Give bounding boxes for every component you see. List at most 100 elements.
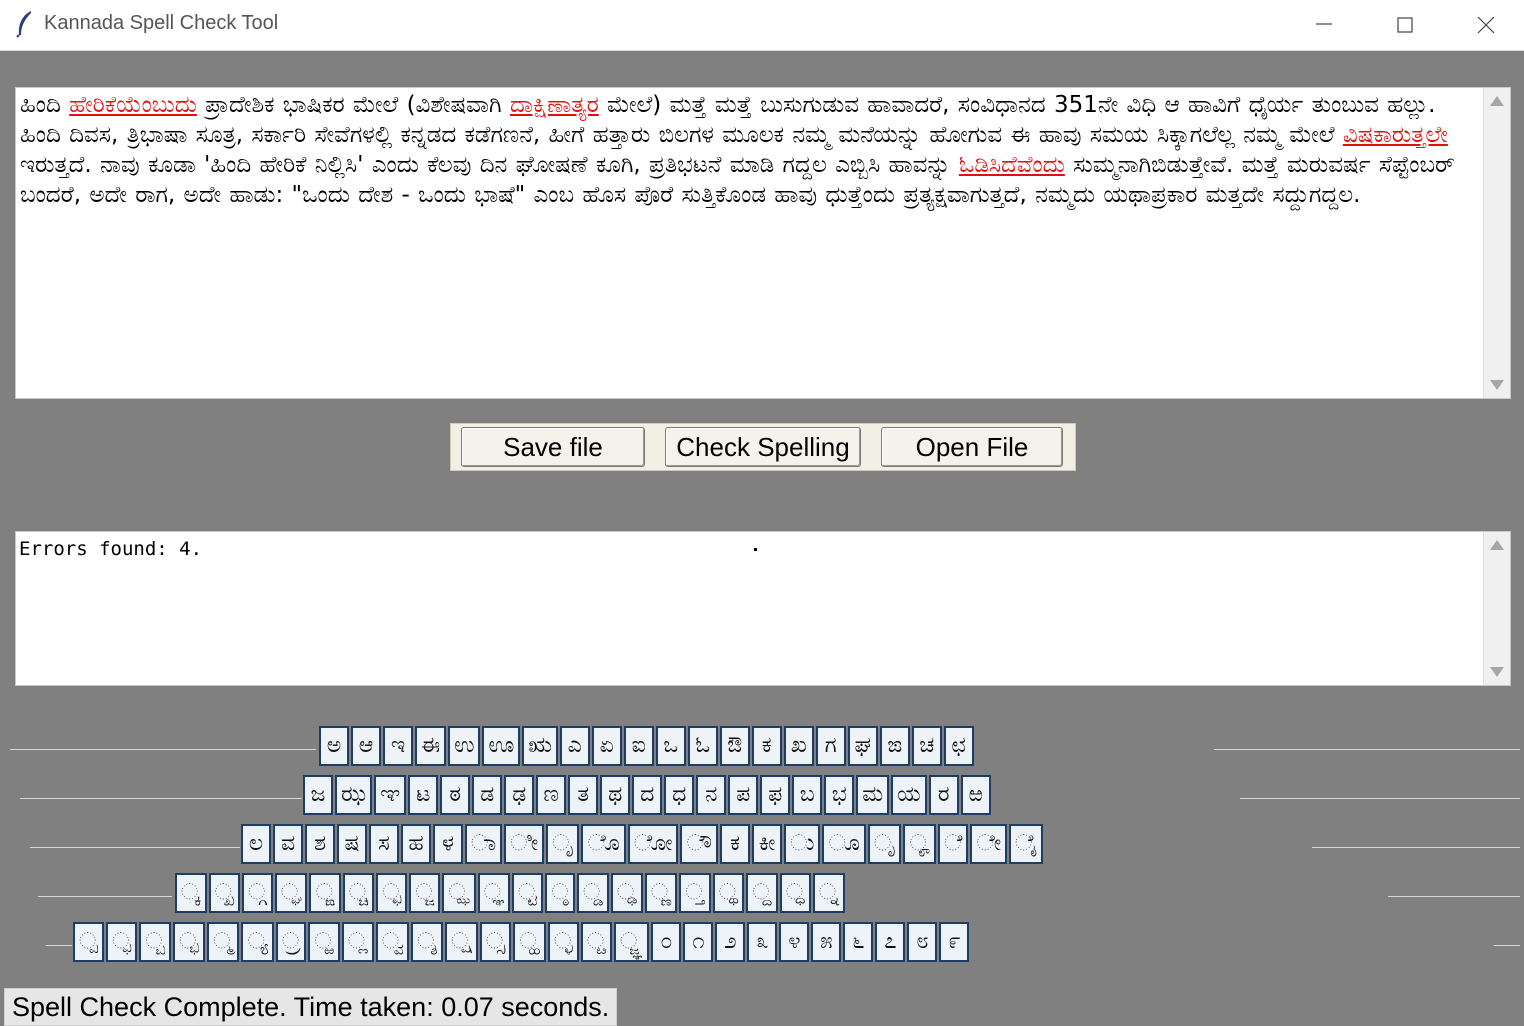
maximize-button[interactable]	[1365, 0, 1445, 50]
close-button[interactable]	[1446, 0, 1524, 50]
keyboard-key[interactable]: ್ೞ	[580, 922, 612, 962]
keyboard-key[interactable]: ಱ	[960, 775, 991, 815]
keyboard-key[interactable]: ಝ	[335, 775, 373, 815]
open-file-button[interactable]: Open File	[881, 427, 1063, 467]
keyboard-key[interactable]: ಮ	[856, 775, 890, 815]
keyboard-key[interactable]: ್ಞ	[477, 873, 510, 913]
keyboard-key[interactable]: ಋ	[522, 726, 558, 766]
editor-content[interactable]: ಹಿಂದಿ ಹೇರಿಕೆಯೆಂಬುದು ಪ್ರಾದೇಶಿಕ ಭಾಷಿಕರ ಮೇಲ…	[20, 90, 1482, 390]
keyboard-key[interactable]: ಉ	[448, 726, 481, 766]
keyboard-key[interactable]: ್ಗ	[242, 873, 273, 913]
keyboard-key[interactable]: ೯	[939, 922, 970, 962]
keyboard-key[interactable]: ೪	[779, 922, 810, 962]
keyboard-key[interactable]: ಛ	[943, 726, 974, 766]
keyboard-key[interactable]: ೧	[683, 922, 714, 962]
keyboard-key[interactable]: ್ಸ	[479, 922, 512, 962]
keyboard-key[interactable]: ಐ	[623, 726, 654, 766]
misspelled-word[interactable]: ಹೇರಿಕೆಯೆಂಬುದು	[69, 92, 197, 118]
keyboard-key[interactable]: ಠ	[440, 775, 471, 815]
keyboard-key[interactable]: ಢ	[504, 775, 535, 815]
scroll-down-icon[interactable]	[1490, 667, 1504, 677]
keyboard-key[interactable]: ಓ	[687, 726, 718, 766]
keyboard-key[interactable]: ಗ	[815, 726, 846, 766]
keyboard-key[interactable]: ಈ	[415, 726, 447, 766]
keyboard-key[interactable]: ರ	[928, 775, 959, 815]
keyboard-key[interactable]: ಒ	[655, 726, 686, 766]
keyboard-key[interactable]: ಘ	[847, 726, 878, 766]
results-output[interactable]: Errors found: 4.	[15, 531, 1511, 686]
keyboard-key[interactable]: ್ಶ	[411, 922, 444, 962]
keyboard-key[interactable]: ್ಣ	[644, 873, 678, 913]
keyboard-key[interactable]: ಪ	[728, 775, 759, 815]
keyboard-key[interactable]: ೬	[843, 922, 874, 962]
keyboard-key[interactable]: ಇ	[383, 726, 413, 766]
keyboard-key[interactable]: ್ಭ	[173, 922, 206, 962]
keyboard-key[interactable]: ಭ	[824, 775, 855, 815]
text-editor[interactable]: ಹಿಂದಿ ಹೇರಿಕೆಯೆಂಬುದು ಪ್ರಾದೇಶಿಕ ಭಾಷಿಕರ ಮೇಲ…	[15, 87, 1511, 399]
keyboard-key[interactable]: ್ರ	[275, 922, 307, 962]
misspelled-word[interactable]: ದಾಕ್ಷಿಣಾತ್ಯರ	[510, 92, 599, 118]
misspelled-word[interactable]: ಓಡಿಸಿದೆವೆಂದು	[959, 152, 1065, 178]
save-file-button[interactable]: Save file	[461, 427, 645, 467]
keyboard-key[interactable]: ೃ	[867, 824, 902, 864]
keyboard-key[interactable]: ಔ	[719, 726, 750, 766]
keyboard-key[interactable]: ್ಮ	[207, 922, 240, 962]
keyboard-key[interactable]: ೋ	[627, 824, 679, 864]
keyboard-key[interactable]: ್ದ	[746, 873, 778, 913]
keyboard-key[interactable]: ಜ	[303, 775, 333, 815]
keyboard-key[interactable]: ಬ	[792, 775, 823, 815]
keyboard-key[interactable]: ನ	[696, 775, 727, 815]
keyboard-key[interactable]: ಖ	[783, 726, 814, 766]
keyboard-key[interactable]: ್ಛ	[376, 873, 408, 913]
keyboard-key[interactable]: ಥ	[600, 775, 631, 815]
keyboard-key[interactable]: ಳ	[433, 824, 463, 864]
keyboard-key[interactable]: ್ಙ	[309, 873, 341, 913]
keyboard-key[interactable]: ್ಧ	[779, 873, 811, 913]
keyboard-key[interactable]: ಣ	[536, 775, 567, 815]
keyboard-key[interactable]: ೨	[715, 922, 746, 962]
keyboard-key[interactable]: ಡ	[472, 775, 503, 815]
keyboard-key[interactable]: ್ಪ	[73, 922, 105, 962]
keyboard-key[interactable]: ಎ	[559, 726, 590, 766]
keyboard-key[interactable]: ್ನ	[812, 873, 846, 913]
keyboard-key[interactable]: ಅ	[319, 726, 349, 766]
keyboard-key[interactable]: ಞ	[374, 775, 407, 815]
minimize-button[interactable]	[1284, 0, 1364, 50]
keyboard-key[interactable]: ್ಥ	[712, 873, 745, 913]
keyboard-key[interactable]: ು	[784, 824, 821, 864]
keyboard-key[interactable]: ಕೀ	[752, 824, 783, 864]
keyboard-key[interactable]: ್ಬ	[139, 922, 172, 962]
keyboard-key[interactable]: ಫ	[760, 775, 791, 815]
keyboard-key[interactable]: ಷ	[337, 824, 367, 864]
keyboard-key[interactable]: ೇ	[970, 824, 1008, 864]
keyboard-key[interactable]: ೫	[811, 922, 842, 962]
keyboard-key[interactable]: ್ಲ	[341, 922, 374, 962]
keyboard-key[interactable]: ೆ	[938, 824, 969, 864]
keyboard-key[interactable]: ್ಢ	[610, 873, 643, 913]
keyboard-key[interactable]: ್ಯ	[241, 922, 274, 962]
keyboard-key[interactable]: ್ಡ	[577, 873, 609, 913]
keyboard-key[interactable]: ್ಘ	[274, 873, 308, 913]
keyboard-key[interactable]: ್ಕ	[175, 873, 207, 913]
keyboard-key[interactable]: ಾ	[465, 824, 503, 864]
keyboard-key[interactable]: ೄ	[903, 824, 937, 864]
keyboard-key[interactable]: ್ಝ	[442, 873, 476, 913]
keyboard-key[interactable]: ತ	[568, 775, 599, 815]
keyboard-key[interactable]: ಶ	[305, 824, 335, 864]
keyboard-key[interactable]: ್ಠ	[545, 873, 575, 913]
keyboard-key[interactable]: ವ	[273, 824, 303, 864]
editor-scrollbar[interactable]	[1483, 88, 1510, 398]
keyboard-key[interactable]: ಙ	[879, 726, 910, 766]
keyboard-key[interactable]: ್ಹ	[513, 922, 546, 962]
keyboard-key[interactable]: ಕ	[720, 824, 751, 864]
keyboard-key[interactable]: ್ಖ	[208, 873, 241, 913]
output-scrollbar[interactable]	[1483, 532, 1510, 685]
keyboard-key[interactable]: ೌ	[680, 824, 719, 864]
keyboard-key[interactable]: ಸ	[369, 824, 399, 864]
scroll-up-icon[interactable]	[1490, 96, 1504, 106]
keyboard-key[interactable]: ಯ	[891, 775, 927, 815]
keyboard-key[interactable]: ೀ	[504, 824, 545, 864]
keyboard-key[interactable]: ್ಟ	[512, 873, 543, 913]
keyboard-key[interactable]: ಚ	[911, 726, 942, 766]
keyboard-key[interactable]: ್ಱ	[308, 922, 340, 962]
